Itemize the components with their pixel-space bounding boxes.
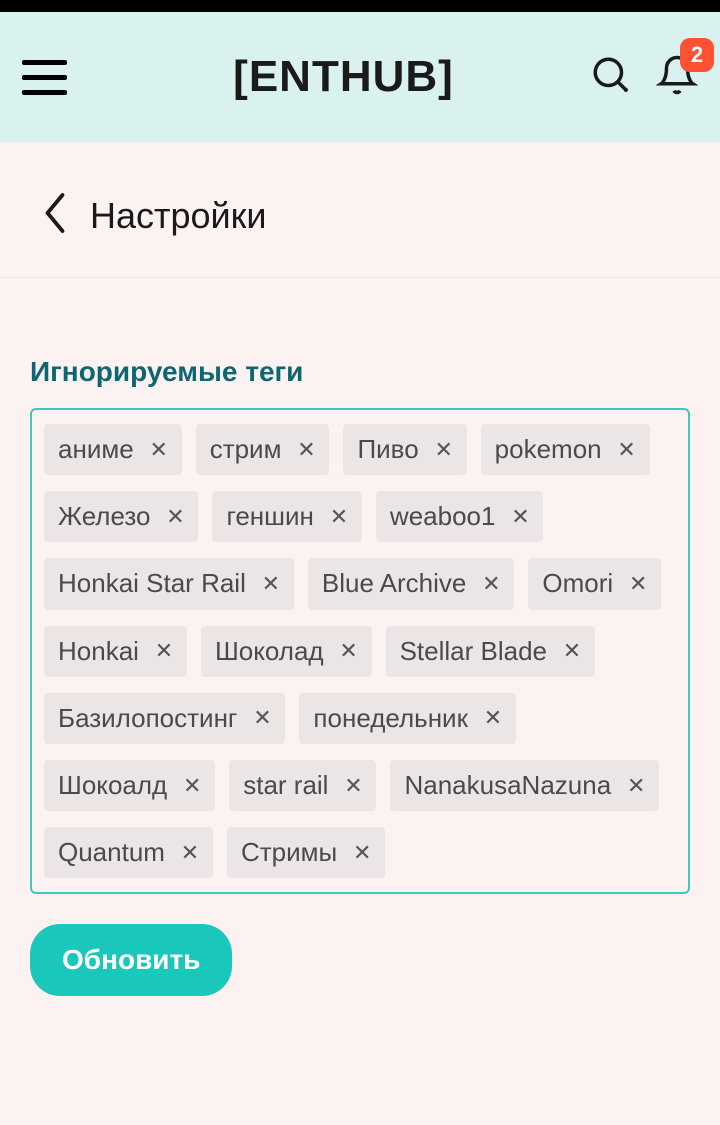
- tag-remove-icon[interactable]: ✕: [625, 775, 647, 797]
- tag-remove-icon[interactable]: ✕: [480, 573, 502, 595]
- tag-remove-icon[interactable]: ✕: [433, 439, 455, 461]
- tag-label: Пиво: [357, 434, 418, 465]
- tag-chip: Пиво ✕: [343, 424, 466, 475]
- tag-chip: Железо ✕: [44, 491, 198, 542]
- tag-chip: Omori ✕: [528, 558, 661, 609]
- tag-label: pokemon: [495, 434, 602, 465]
- content: Игнорируемые теги аниме✕стрим✕Пиво✕pokem…: [0, 278, 720, 1016]
- tag-label: star rail: [243, 770, 328, 801]
- tag-remove-icon[interactable]: ✕: [179, 842, 201, 864]
- tag-remove-icon[interactable]: ✕: [616, 439, 638, 461]
- breadcrumb: Настройки: [0, 142, 720, 278]
- tag-label: Базилопостинг: [58, 703, 237, 734]
- tag-remove-icon[interactable]: ✕: [561, 640, 583, 662]
- tag-label: аниме: [58, 434, 134, 465]
- notification-badge: 2: [680, 38, 714, 72]
- tag-chip: аниме ✕: [44, 424, 182, 475]
- tag-label: Железо: [58, 501, 150, 532]
- tag-chip: геншин ✕: [212, 491, 361, 542]
- tag-remove-icon[interactable]: ✕: [251, 707, 273, 729]
- hamburger-line: [22, 75, 67, 80]
- tag-remove-icon[interactable]: ✕: [328, 506, 350, 528]
- tag-label: понедельник: [313, 703, 468, 734]
- header-actions: 2: [590, 54, 698, 101]
- tag-label: Stellar Blade: [400, 636, 547, 667]
- tag-chip: стрим ✕: [196, 424, 330, 475]
- page-title: Настройки: [90, 195, 267, 237]
- search-button[interactable]: [590, 54, 632, 101]
- tag-chip: Stellar Blade ✕: [386, 626, 595, 677]
- tag-chip: Blue Archive ✕: [308, 558, 515, 609]
- hamburger-line: [22, 60, 67, 65]
- tag-chip: Quantum ✕: [44, 827, 213, 878]
- tag-remove-icon[interactable]: ✕: [509, 506, 531, 528]
- tag-chip: pokemon ✕: [481, 424, 650, 475]
- tag-label: Шокоалд: [58, 770, 167, 801]
- tag-remove-icon[interactable]: ✕: [342, 775, 364, 797]
- tag-chip: Honkai Star Rail ✕: [44, 558, 294, 609]
- tag-label: Стримы: [241, 837, 337, 868]
- tag-chip: понедельник ✕: [299, 693, 516, 744]
- tag-remove-icon[interactable]: ✕: [164, 506, 186, 528]
- chevron-left-icon: [42, 192, 68, 234]
- tag-remove-icon[interactable]: ✕: [351, 842, 373, 864]
- menu-button[interactable]: [22, 60, 67, 95]
- tag-chip: NanakusaNazuna ✕: [390, 760, 659, 811]
- tag-label: геншин: [226, 501, 313, 532]
- tag-label: Blue Archive: [322, 568, 467, 599]
- tag-label: Honkai: [58, 636, 139, 667]
- tag-label: стрим: [210, 434, 282, 465]
- tag-label: Quantum: [58, 837, 165, 868]
- header: [ENTHUB] 2: [0, 12, 720, 142]
- tag-chip: Базилопостинг ✕: [44, 693, 285, 744]
- tag-remove-icon[interactable]: ✕: [338, 640, 360, 662]
- tag-label: Шоколад: [215, 636, 324, 667]
- hamburger-line: [22, 90, 67, 95]
- tag-remove-icon[interactable]: ✕: [627, 573, 649, 595]
- tag-chip: Honkai ✕: [44, 626, 187, 677]
- tag-label: Honkai Star Rail: [58, 568, 246, 599]
- section-title: Игнорируемые теги: [30, 356, 690, 388]
- tag-remove-icon[interactable]: ✕: [482, 707, 504, 729]
- tag-remove-icon[interactable]: ✕: [260, 573, 282, 595]
- status-bar: [0, 0, 720, 12]
- tag-remove-icon[interactable]: ✕: [153, 640, 175, 662]
- tag-remove-icon[interactable]: ✕: [295, 439, 317, 461]
- tag-chip: star rail ✕: [229, 760, 376, 811]
- tag-label: NanakusaNazuna: [404, 770, 611, 801]
- tag-chip: Шоколад ✕: [201, 626, 372, 677]
- update-button[interactable]: Обновить: [30, 924, 232, 996]
- search-icon: [590, 54, 632, 96]
- tag-chip: Шокоалд ✕: [44, 760, 215, 811]
- tag-label: Omori: [542, 568, 613, 599]
- tag-chip: Стримы ✕: [227, 827, 385, 878]
- tag-remove-icon[interactable]: ✕: [148, 439, 170, 461]
- logo[interactable]: [ENTHUB]: [115, 52, 572, 102]
- back-button[interactable]: [42, 192, 68, 239]
- ignored-tags-container[interactable]: аниме✕стрим✕Пиво✕pokemon✕Железо✕геншин✕w…: [30, 408, 690, 894]
- tag-label: weaboo1: [390, 501, 496, 532]
- tag-chip: weaboo1 ✕: [376, 491, 544, 542]
- notifications-button[interactable]: 2: [656, 54, 698, 101]
- tag-remove-icon[interactable]: ✕: [181, 775, 203, 797]
